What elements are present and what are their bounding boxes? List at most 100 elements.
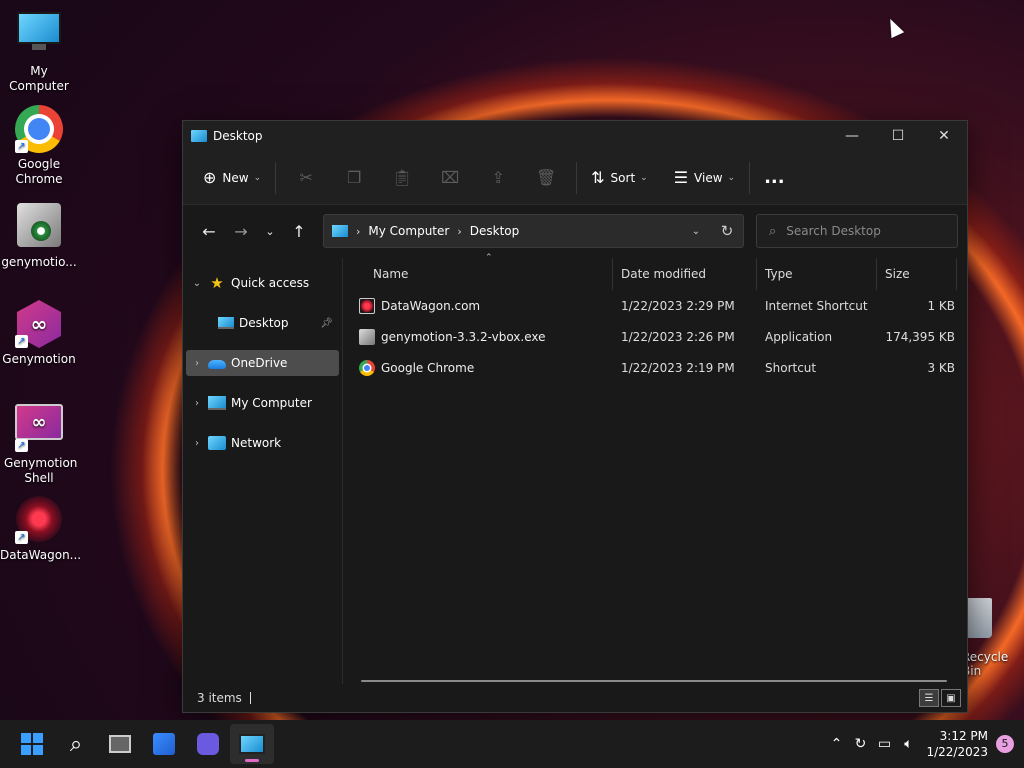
folder-icon bbox=[332, 225, 348, 237]
file-type: Application bbox=[765, 329, 833, 344]
column-header-size[interactable]: Size bbox=[877, 258, 957, 290]
column-header-name[interactable]: Name bbox=[343, 258, 613, 290]
search-box[interactable]: ⌕ bbox=[756, 214, 958, 248]
paste-button[interactable]: 📋︎ bbox=[378, 162, 426, 194]
file-list: ⌃ Name Date modified Type Size DataWagon… bbox=[343, 253, 967, 684]
sync-status-icon[interactable]: ↻ bbox=[848, 736, 872, 752]
up-button[interactable]: ↑ bbox=[283, 215, 315, 247]
details-view-button[interactable]: ☰ bbox=[919, 689, 939, 707]
taskbar-search-button[interactable]: ⌕ bbox=[54, 724, 98, 764]
chevron-right-icon: › bbox=[195, 437, 199, 449]
recent-locations-button[interactable]: ⌄ bbox=[257, 215, 283, 247]
file-row[interactable]: Google Chrome 1/22/2023 2:19 PM Shortcut… bbox=[343, 352, 967, 383]
network-status-icon[interactable]: ▭ bbox=[872, 736, 896, 752]
pin-icon: 📌︎ bbox=[320, 317, 333, 329]
chevron-down-icon: ⌄ bbox=[640, 172, 648, 183]
column-header-type[interactable]: Type bbox=[757, 258, 877, 290]
breadcrumb-desktop[interactable]: Desktop bbox=[470, 224, 520, 238]
address-bar[interactable]: › My Computer › Desktop ⌄ ↻ bbox=[323, 214, 744, 248]
file-row[interactable]: genymotion-3.3.2-vbox.exe 1/22/2023 2:26… bbox=[343, 321, 967, 352]
command-bar: ⊕ New ⌄ ✂ ❐ 📋︎ ⌧ ⇪ 🗑︎ ⇅ Sort ⌄ ☰ View ⌄ … bbox=[183, 151, 967, 205]
plus-circle-icon: ⊕ bbox=[203, 168, 217, 187]
arrow-up-icon: ↑ bbox=[292, 221, 306, 241]
sort-ascending-icon: ⌃ bbox=[485, 253, 493, 263]
genymotion-shell-icon: ∞ ↗ bbox=[15, 404, 63, 452]
file-type: Shortcut bbox=[765, 360, 817, 375]
new-button[interactable]: ⊕ New ⌄ bbox=[195, 162, 269, 194]
show-hidden-icons-button[interactable]: ⌃ bbox=[824, 736, 848, 752]
desktop-icon-label: Recycle Bin bbox=[962, 650, 1009, 678]
file-size: 1 KB bbox=[927, 298, 955, 313]
desktop-icon-genymotion-shell[interactable]: ∞ ↗ Genymotion Shell bbox=[0, 398, 78, 486]
back-button[interactable]: ← bbox=[193, 215, 225, 247]
status-divider bbox=[249, 692, 251, 704]
computer-icon bbox=[208, 396, 226, 410]
nav-desktop[interactable]: Desktop 📌︎ bbox=[186, 310, 339, 336]
list-icon: ☰ bbox=[673, 168, 689, 187]
installer-icon bbox=[15, 203, 63, 251]
widgets-button[interactable] bbox=[142, 724, 186, 764]
desktop-icon-label: Genymotion bbox=[2, 352, 76, 366]
clock-date: 1/22/2023 bbox=[926, 745, 988, 759]
share-button[interactable]: ⇪ bbox=[474, 162, 522, 194]
view-button[interactable]: ☰ View ⌄ bbox=[666, 162, 743, 194]
rename-button[interactable]: ⌧ bbox=[426, 162, 474, 194]
desktop-icon-google-chrome[interactable]: ↗ Google Chrome bbox=[0, 105, 78, 187]
chat-button[interactable] bbox=[186, 724, 230, 764]
close-button[interactable]: ✕ bbox=[921, 121, 967, 151]
delete-button[interactable]: 🗑︎ bbox=[522, 162, 570, 194]
chevron-right-icon: › bbox=[195, 397, 199, 409]
nav-onedrive[interactable]: › OneDrive bbox=[186, 350, 339, 376]
task-view-icon bbox=[109, 735, 131, 753]
chevron-down-icon: ⌄ bbox=[265, 224, 275, 238]
refresh-button[interactable]: ↻ bbox=[711, 222, 743, 240]
folder-icon bbox=[191, 130, 207, 142]
desktop-icon-label: Google Chrome bbox=[15, 157, 63, 186]
sort-button[interactable]: ⇅ Sort ⌄ bbox=[583, 162, 656, 194]
desktop-icon-label: My Computer bbox=[9, 64, 69, 93]
file-row[interactable]: DataWagon.com 1/22/2023 2:29 PM Internet… bbox=[343, 290, 967, 321]
chevron-right-icon: › bbox=[195, 357, 199, 369]
clipboard-icon: 📋︎ bbox=[391, 168, 413, 187]
nav-my-computer[interactable]: › My Computer bbox=[186, 390, 339, 416]
taskbar-file-explorer[interactable] bbox=[230, 724, 274, 764]
scissors-icon: ✂ bbox=[299, 168, 313, 187]
chrome-icon bbox=[359, 359, 375, 376]
system-tray: ⌃ ↻ ▭ 🔈︎ 3:12 PM 1/22/2023 5 bbox=[824, 720, 1024, 768]
task-view-button[interactable] bbox=[98, 724, 142, 764]
horizontal-scrollbar[interactable] bbox=[361, 680, 947, 682]
explorer-body: ⌄ ★ Quick access Desktop 📌︎ › OneDrive ›… bbox=[183, 253, 967, 684]
start-button[interactable] bbox=[10, 724, 54, 764]
chat-icon bbox=[197, 733, 219, 755]
desktop-icon-datawagon[interactable]: ↗ DataWagon... bbox=[0, 496, 81, 563]
network-icon bbox=[208, 436, 226, 450]
file-explorer-icon bbox=[239, 734, 265, 754]
notification-badge[interactable]: 5 bbox=[996, 735, 1014, 753]
desktop-icon-genymotion-installer[interactable]: genymotio... bbox=[0, 203, 78, 270]
search-icon: ⌕ bbox=[69, 731, 83, 757]
minimize-button[interactable]: — bbox=[829, 121, 875, 151]
copy-button[interactable]: ❐ bbox=[330, 162, 378, 194]
desktop-icon-genymotion[interactable]: ∞ ↗ Genymotion bbox=[0, 300, 78, 367]
more-options-button[interactable]: ... bbox=[756, 162, 793, 194]
trash-icon: 🗑︎ bbox=[535, 168, 557, 187]
large-icons-view-button[interactable]: ▣ bbox=[941, 689, 961, 707]
desktop-icon-my-computer[interactable]: My Computer bbox=[0, 10, 78, 94]
desktop-icon-recycle-bin[interactable]: Recycle Bin bbox=[962, 598, 1024, 678]
clock-time: 3:12 PM bbox=[939, 729, 988, 743]
title-bar[interactable]: Desktop — ☐ ✕ bbox=[183, 121, 967, 151]
search-input[interactable] bbox=[786, 224, 937, 238]
address-dropdown-button[interactable]: ⌄ bbox=[681, 226, 711, 237]
clock[interactable]: 3:12 PM 1/22/2023 bbox=[926, 728, 988, 760]
volume-icon[interactable]: 🔈︎ bbox=[896, 736, 920, 752]
window-title: Desktop bbox=[213, 129, 263, 143]
maximize-button[interactable]: ☐ bbox=[875, 121, 921, 151]
file-explorer-window: Desktop — ☐ ✕ ⊕ New ⌄ ✂ ❐ 📋︎ ⌧ ⇪ 🗑︎ ⇅ So… bbox=[182, 120, 968, 713]
nav-quick-access[interactable]: ⌄ ★ Quick access bbox=[186, 270, 339, 296]
file-name: Google Chrome bbox=[381, 360, 475, 375]
column-header-date[interactable]: Date modified bbox=[613, 258, 757, 290]
nav-network[interactable]: › Network bbox=[186, 430, 339, 456]
cut-button[interactable]: ✂ bbox=[282, 162, 330, 194]
breadcrumb-my-computer[interactable]: My Computer bbox=[368, 224, 449, 238]
forward-button[interactable]: → bbox=[225, 215, 257, 247]
